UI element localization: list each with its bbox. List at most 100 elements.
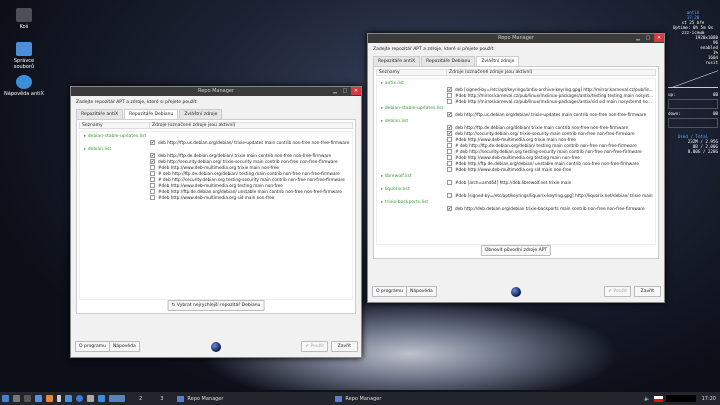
source-row[interactable]: ✔ deb http://ftp.us.debian.org/debian/ tr…	[447, 111, 655, 117]
source-row[interactable]: ✔ deb http://security.debian.org/ trixie-…	[447, 130, 655, 136]
source-checkbox[interactable]	[447, 192, 452, 198]
source-checkbox[interactable]: ✔	[150, 139, 155, 145]
workspace-2[interactable]: 2	[139, 396, 142, 402]
source-row[interactable]: # deb http://security.debian.org testing…	[150, 176, 352, 182]
window-list-icon[interactable]	[13, 395, 20, 402]
list-file-debian-stable-updates-list[interactable]: debian-stable-updates.list	[80, 134, 150, 145]
source-checkbox[interactable]	[447, 154, 452, 160]
source-checkbox[interactable]: ✔	[447, 130, 452, 136]
source-row[interactable]: #deb http://mirror.karneval.cz/pub/linux…	[447, 98, 655, 104]
about-button[interactable]: O programu	[75, 341, 111, 352]
source-row[interactable]: # deb http://ftp.de.debian.org/debian/ t…	[447, 142, 655, 148]
source-checkbox[interactable]	[150, 182, 155, 188]
column-sources[interactable]: Zdroje (označené zdroje jsou aktivní)	[150, 123, 235, 128]
source-row[interactable]: #deb [signed-by=/etc/apt/keyrings/liquor…	[447, 192, 655, 198]
title-bar[interactable]: Repo Manager ▁ □ ✕	[71, 87, 361, 96]
source-row[interactable]: # deb http://ftp.de.debian.org/debian/ t…	[150, 170, 352, 176]
tab-0[interactable]: Repozitáře antiX	[373, 56, 421, 66]
list-file-debian-list[interactable]: debian.list	[80, 147, 150, 200]
tab-1[interactable]: Repozitáře Debianu	[124, 109, 179, 119]
desktop-icon-1[interactable]: Správce souborů	[4, 42, 44, 70]
maximize-button[interactable]: □	[341, 87, 349, 95]
desktop-icon-2[interactable]: Nápověda antiX	[4, 75, 44, 97]
browser-icon[interactable]	[76, 395, 83, 402]
source-checkbox[interactable]	[150, 188, 155, 194]
source-checkbox[interactable]	[447, 136, 452, 142]
source-row[interactable]: ✔ deb http://ftp.us.debian.org/debian/ tr…	[150, 139, 352, 145]
list-file-debian-stable-updates-list[interactable]: debian-stable-updates.list	[377, 106, 447, 117]
list-file-trixie-backports-list[interactable]: trixie-backports.list	[377, 200, 447, 211]
source-row[interactable]: # deb http://security.debian.org testing…	[447, 148, 655, 154]
help-icon[interactable]	[98, 395, 105, 402]
source-row[interactable]: ✔ deb http://security.debian.org/ trixie-…	[150, 158, 352, 164]
desktop-icon-0[interactable]: Koš	[4, 8, 44, 30]
task-repo-manager-2[interactable]: Repo Manager	[331, 395, 481, 402]
apply-button[interactable]: ✔ Použít	[604, 286, 631, 297]
tab-2[interactable]: Zvláštní zdroje	[179, 109, 223, 119]
tab-0[interactable]: Repozitáře antiX	[76, 109, 124, 119]
settings-icon[interactable]	[87, 395, 94, 402]
title-bar[interactable]: Repo Manager ▁ □ ✕	[368, 34, 664, 43]
source-checkbox[interactable]: ✔	[447, 124, 452, 130]
action-button[interactable]: Obnovit původní zdroje APT	[480, 245, 552, 256]
source-checkbox[interactable]	[447, 142, 452, 148]
source-checkbox[interactable]: ✔	[150, 152, 155, 158]
maximize-button[interactable]: □	[644, 34, 652, 42]
source-checkbox[interactable]	[447, 166, 452, 172]
terminal-icon[interactable]	[46, 395, 53, 402]
source-row[interactable]: #deb [arch=amd64] http://deb.librewolf.n…	[447, 179, 655, 185]
about-button[interactable]: O programu	[372, 286, 408, 297]
list-file-antix-list[interactable]: antix.list	[377, 81, 447, 104]
source-checkbox[interactable]	[150, 176, 155, 182]
source-checkbox[interactable]	[150, 194, 155, 200]
close-button[interactable]: ✕	[351, 87, 361, 95]
workspace-3[interactable]: 3	[160, 396, 163, 402]
keyboard-flag-cz-icon[interactable]	[653, 395, 663, 402]
source-checkbox[interactable]: ✔	[447, 86, 452, 92]
source-checkbox[interactable]	[150, 164, 155, 170]
source-row[interactable]: #deb http://www.deb-multimedia.org sid m…	[447, 166, 655, 172]
apps-icon[interactable]	[24, 395, 31, 402]
source-checkbox[interactable]: ✔	[447, 111, 452, 117]
source-checkbox[interactable]	[447, 160, 452, 166]
source-checkbox[interactable]	[447, 179, 452, 185]
source-checkbox[interactable]	[447, 98, 452, 104]
action-button[interactable]: ↻ Vybrat nejrychlejší repozitář Debianu	[167, 300, 265, 311]
desktop-icon[interactable]	[35, 395, 42, 402]
help-button[interactable]: Nápověda	[109, 341, 140, 352]
source-checkbox[interactable]: ✔	[447, 205, 452, 211]
source-row[interactable]: ✔ deb [signed-by=/etc/apt/keyrings/antix-…	[447, 86, 655, 92]
list-file-debian-list[interactable]: debian.list	[377, 119, 447, 172]
column-sources[interactable]: Zdroje (označené zdroje jsou aktivní)	[447, 70, 532, 75]
minimize-button[interactable]: ▁	[634, 34, 642, 42]
source-row[interactable]: #deb http://ftp.de.debian.org/debian/ un…	[150, 188, 352, 194]
close-button[interactable]: ✕	[654, 34, 664, 42]
clock[interactable]: 17:20	[702, 396, 716, 402]
tab-2[interactable]: Zvláštní zdroje	[476, 56, 520, 66]
help-button[interactable]: Nápověda	[406, 286, 437, 297]
task-repo-manager-1[interactable]: Repo Manager	[173, 395, 323, 402]
tab-1[interactable]: Repozitáře Debianu	[421, 56, 476, 66]
minimize-button[interactable]: ▁	[331, 87, 339, 95]
list-file-librewolf-list[interactable]: librewolf.list	[377, 174, 447, 185]
close-dialog-button[interactable]: Zavřít	[633, 286, 661, 297]
source-row[interactable]: #deb http://www.deb-multimedia.org sid m…	[150, 194, 352, 200]
source-row[interactable]: ✔ deb http://ftp.de.debian.org/debian/ tr…	[447, 124, 655, 130]
list-file-liquorix-list[interactable]: liquorix.list	[377, 187, 447, 198]
apply-button[interactable]: ✔ Použít	[301, 341, 328, 352]
file-manager-icon[interactable]	[65, 395, 72, 402]
source-row[interactable]: ✔ deb http://deb.debian.org/debian trixie…	[447, 205, 655, 211]
source-checkbox[interactable]	[447, 148, 452, 154]
source-row[interactable]: ✔ deb http://ftp.de.debian.org/debian/ tr…	[150, 152, 352, 158]
volume-icon[interactable]: 🔈	[644, 396, 650, 402]
workspace-1[interactable]	[109, 395, 125, 402]
source-row[interactable]: #deb http://ftp.de.debian.org/debian/ un…	[447, 160, 655, 166]
source-checkbox[interactable]: ✔	[150, 158, 155, 164]
column-lists[interactable]: Seznamy	[377, 70, 447, 75]
source-row[interactable]: #deb http://mirror.karneval.cz/pub/linux…	[447, 92, 655, 98]
column-lists[interactable]: Seznamy	[80, 123, 150, 128]
trash-icon[interactable]	[57, 395, 61, 402]
source-checkbox[interactable]	[150, 170, 155, 176]
menu-icon[interactable]	[2, 395, 9, 402]
close-dialog-button[interactable]: Zavřít	[330, 341, 358, 352]
